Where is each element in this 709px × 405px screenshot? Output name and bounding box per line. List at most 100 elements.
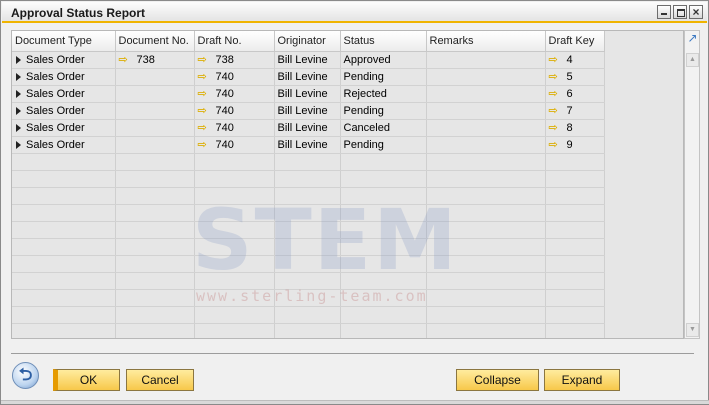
cell-originator[interactable]: Bill Levine (274, 136, 341, 154)
link-arrow-icon[interactable]: ⇨ (198, 138, 212, 151)
column-header-draft-key[interactable]: Draft Key (545, 31, 605, 52)
cell-status[interactable]: Rejected (340, 85, 427, 103)
expand-triangle-icon[interactable] (16, 89, 21, 98)
column-header-remarks[interactable]: Remarks (426, 31, 546, 52)
link-arrow-icon[interactable]: ⇨ (549, 104, 563, 117)
table-row[interactable]: Sales Order ⇨ 740 Bill Levine Pending ⇨ 9 (12, 136, 605, 154)
expand-button[interactable]: Expand (544, 369, 620, 391)
scroll-up-icon[interactable]: ▲ (686, 53, 699, 67)
close-button[interactable]: × (689, 5, 703, 19)
cell-document-type[interactable]: Sales Order (12, 51, 116, 69)
cell-draft-no[interactable]: ⇨ 740 (194, 136, 275, 154)
cell-status[interactable]: Canceled (340, 119, 427, 137)
link-arrow-icon[interactable]: ⇨ (549, 53, 563, 66)
table-row[interactable]: Sales Order ⇨ 740 Bill Levine Pending ⇨ 5 (12, 68, 605, 86)
column-header-originator[interactable]: Originator (274, 31, 341, 52)
cell-document-type[interactable]: Sales Order (12, 136, 116, 154)
cell-draft-no[interactable]: ⇨ 740 (194, 119, 275, 137)
expand-triangle-icon[interactable] (16, 140, 21, 149)
footer-separator (11, 353, 694, 354)
link-arrow-icon[interactable]: ⇨ (198, 53, 212, 66)
cell-text: 740 (215, 88, 234, 100)
cell-document-no[interactable] (115, 136, 195, 154)
cell-draft-no[interactable]: ⇨ 740 (194, 68, 275, 86)
cell-document-type[interactable]: Sales Order (12, 85, 116, 103)
cell-document-no[interactable] (115, 85, 195, 103)
vertical-scrollbar[interactable]: ↗ ▲ ▼ (684, 30, 700, 339)
cell-draft-key[interactable]: ⇨ 4 (545, 51, 605, 69)
link-arrow-icon[interactable]: ⇨ (198, 121, 212, 134)
table-row[interactable]: Sales Order ⇨ 740 Bill Levine Canceled ⇨ 8 (12, 119, 605, 137)
cell-status[interactable]: Approved (340, 51, 427, 69)
cell-remarks[interactable] (426, 102, 546, 120)
cell-status[interactable]: Pending (340, 102, 427, 120)
cell-originator[interactable]: Bill Levine (274, 102, 341, 120)
link-arrow-icon[interactable]: ⇨ (549, 87, 563, 100)
expand-triangle-icon[interactable] (16, 55, 21, 64)
cell-remarks[interactable] (426, 136, 546, 154)
expand-corner-icon[interactable]: ↗ (686, 31, 699, 45)
table-row[interactable]: Sales Order ⇨ 740 Bill Levine Rejected ⇨ 6 (12, 85, 605, 103)
cell-text: Pending (343, 104, 384, 117)
column-header-document-type[interactable]: Document Type (12, 31, 116, 52)
empty-cell (340, 306, 427, 324)
table-row[interactable]: Sales Order ⇨ 738 ⇨ 738 Bill Levine Approved ⇨ 4 (12, 51, 605, 69)
cell-draft-key[interactable]: ⇨ 9 (545, 136, 605, 154)
column-header-status[interactable]: Status (340, 31, 427, 52)
cell-remarks[interactable] (426, 85, 546, 103)
column-header-document-no[interactable]: Document No. (115, 31, 195, 52)
expand-triangle-icon[interactable] (16, 123, 21, 132)
cell-originator[interactable]: Bill Levine (274, 51, 341, 69)
ok-button[interactable]: OK (53, 369, 120, 391)
empty-cell (426, 238, 546, 256)
expand-triangle-icon[interactable] (16, 106, 21, 115)
cell-draft-no[interactable]: ⇨ 740 (194, 85, 275, 103)
link-arrow-icon[interactable]: ⇨ (549, 121, 563, 134)
link-arrow-icon[interactable]: ⇨ (549, 70, 563, 83)
scroll-down-icon[interactable]: ▼ (686, 323, 699, 337)
cell-remarks[interactable] (426, 68, 546, 86)
cell-draft-key[interactable]: ⇨ 8 (545, 119, 605, 137)
cell-text: 6 (566, 88, 573, 100)
empty-cell (274, 153, 341, 171)
cell-text: 4 (566, 54, 573, 66)
cell-remarks[interactable] (426, 119, 546, 137)
cell-draft-no[interactable]: ⇨ 738 (194, 51, 275, 69)
title-bar[interactable]: Approval Status Report × (2, 2, 707, 23)
expand-triangle-icon[interactable] (16, 72, 21, 81)
link-arrow-icon[interactable]: ⇨ (549, 138, 563, 151)
empty-cell (340, 153, 427, 171)
link-arrow-icon[interactable]: ⇨ (119, 53, 133, 66)
cell-draft-key[interactable]: ⇨ 7 (545, 102, 605, 120)
cell-originator[interactable]: Bill Levine (274, 85, 341, 103)
cell-status[interactable]: Pending (340, 136, 427, 154)
cell-document-no[interactable] (115, 102, 195, 120)
maximize-button[interactable] (673, 5, 687, 19)
empty-cell (115, 289, 195, 307)
empty-row (12, 221, 605, 239)
cell-originator[interactable]: Bill Levine (274, 68, 341, 86)
cell-document-no[interactable] (115, 68, 195, 86)
column-header-draft-no[interactable]: Draft No. (194, 31, 275, 52)
approval-grid[interactable]: Document Type Document No. Draft No. Ori… (11, 30, 684, 339)
cell-originator[interactable]: Bill Levine (274, 119, 341, 137)
cell-document-type[interactable]: Sales Order (12, 68, 116, 86)
cell-remarks[interactable] (426, 51, 546, 69)
cell-document-no[interactable]: ⇨ 738 (115, 51, 195, 69)
cell-status[interactable]: Pending (340, 68, 427, 86)
link-arrow-icon[interactable]: ⇨ (198, 87, 212, 100)
cell-draft-key[interactable]: ⇨ 6 (545, 85, 605, 103)
collapse-button[interactable]: Collapse (456, 369, 539, 391)
cell-document-no[interactable] (115, 119, 195, 137)
cell-draft-key[interactable]: ⇨ 5 (545, 68, 605, 86)
cell-draft-no[interactable]: ⇨ 740 (194, 102, 275, 120)
cell-document-type[interactable]: Sales Order (12, 119, 116, 137)
link-arrow-icon[interactable]: ⇨ (198, 104, 212, 117)
cancel-button[interactable]: Cancel (126, 369, 194, 391)
cell-document-type[interactable]: Sales Order (12, 102, 116, 120)
minimize-button[interactable] (657, 5, 671, 19)
back-arrow-icon[interactable]: ⮌ (12, 362, 39, 389)
empty-cell (12, 323, 116, 338)
table-row[interactable]: Sales Order ⇨ 740 Bill Levine Pending ⇨ 7 (12, 102, 605, 120)
link-arrow-icon[interactable]: ⇨ (198, 70, 212, 83)
